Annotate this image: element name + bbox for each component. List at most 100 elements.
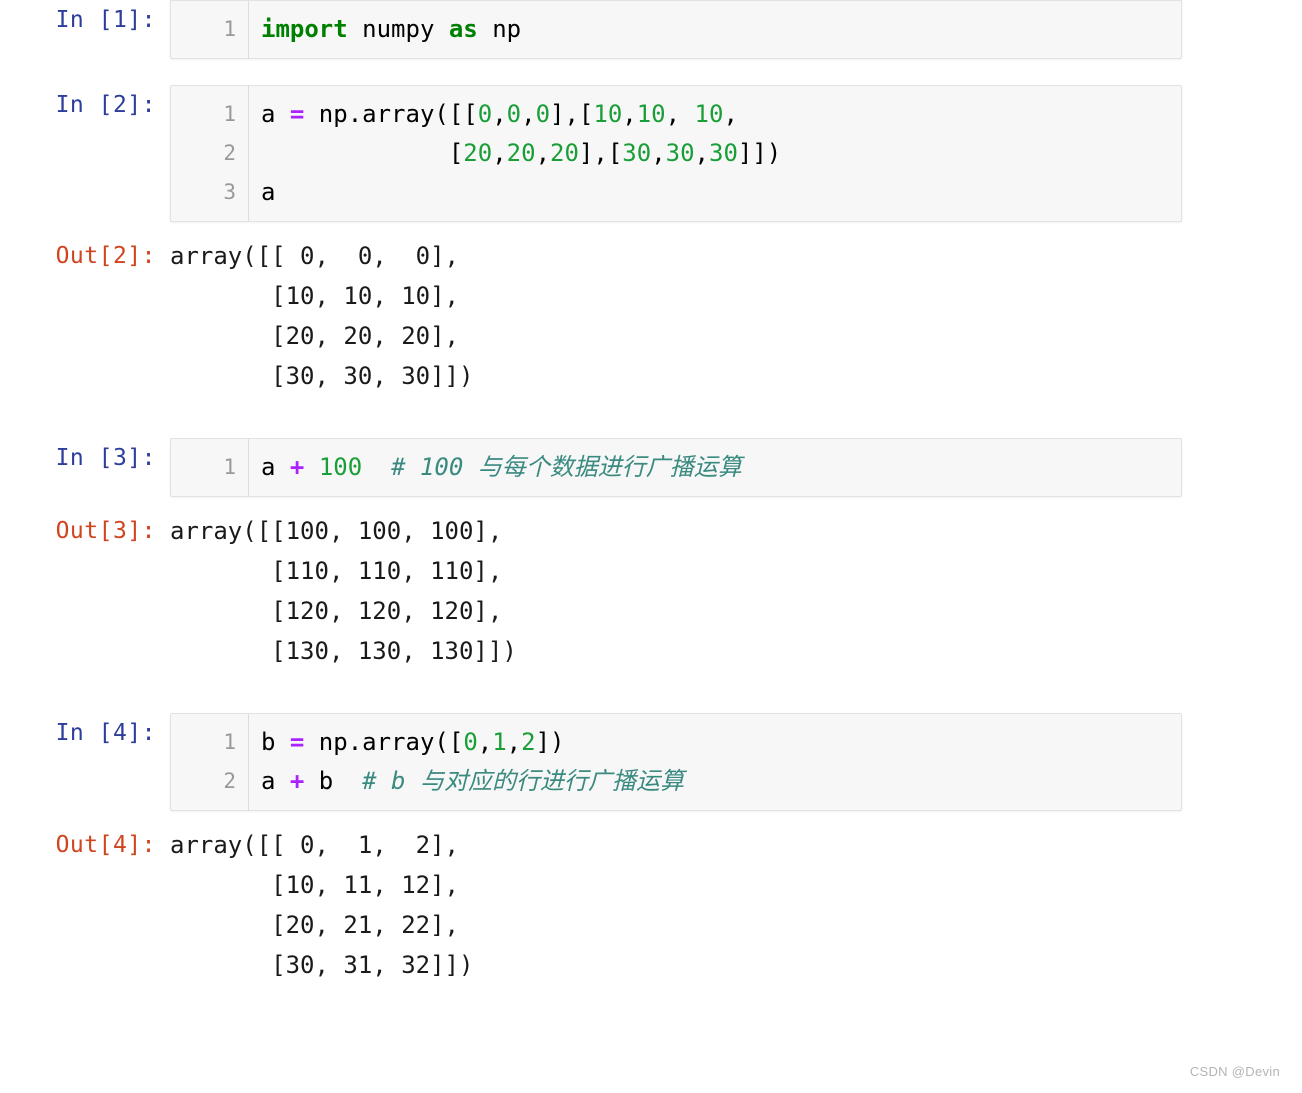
output-line: [30, 30, 30]]): [170, 362, 474, 390]
output-line: [30, 31, 32]]): [170, 951, 474, 979]
code-token-op: +: [289, 767, 305, 795]
code-token-pln: np.array([[: [304, 100, 478, 128]
code-token-pln: a: [261, 453, 290, 481]
output-row: Out[3]: array([[100, 100, 100], [110, 110…: [0, 511, 1302, 671]
code-source[interactable]: a + 100 # 100 与每个数据进行广播运算: [249, 439, 1181, 496]
code-token-pln: ]]): [737, 139, 782, 167]
output-prompt: Out[4]:: [55, 832, 156, 858]
code-line: a: [261, 173, 1181, 212]
code-cell-row: In [2]: 1 2 3 a = np.array([[0,0,0],[10,10, …: [0, 85, 1302, 222]
output-line: array([[100, 100, 100],: [170, 517, 503, 545]
output-text: array([[ 0, 1, 2], [10, 11, 12], [20, 21…: [170, 825, 1302, 985]
code-token-pln: ,: [535, 139, 551, 167]
line-number: 3: [223, 180, 236, 204]
code-line: [20,20,20],[30,30,30]]): [261, 134, 1181, 173]
code-editor[interactable]: 12b = np.array([0,1,2]) a + b # b 与对应的行进行…: [170, 713, 1182, 811]
output-line: [20, 21, 22],: [170, 911, 459, 939]
code-token-pln: a: [261, 767, 290, 795]
code-line: b = np.array([0,1,2]): [261, 723, 1181, 762]
notebook-container: In [1]: 1 import numpy as np In [2]: 1 2 3 a = …: [0, 0, 1302, 985]
code-token-num: 20: [463, 139, 493, 167]
code-line: a + b # b 与对应的行进行广播运算: [261, 762, 1181, 801]
code-cell-row: In [4]: 1 2 b = np.array([0,1,2]) a + b # b …: [0, 713, 1302, 811]
input-prompt: In [4]:: [55, 720, 156, 746]
output-line: [20, 20, 20],: [170, 322, 459, 350]
code-token-op: =: [289, 100, 305, 128]
code-token-cmt: # b 与对应的行进行广播运算: [362, 767, 684, 795]
input-prompt: In [1]:: [55, 7, 156, 33]
output-text: array([[ 0, 0, 0], [10, 10, 10], [20, 20…: [170, 236, 1302, 396]
code-token-op: +: [289, 453, 305, 481]
code-token-pln: ,: [492, 139, 507, 167]
code-token-pln: [304, 453, 318, 481]
code-token-num: 2: [521, 728, 536, 756]
code-editor[interactable]: 1 import numpy as np: [170, 0, 1182, 59]
code-token-pln: a: [261, 100, 290, 128]
code-source[interactable]: b = np.array([0,1,2]) a + b # b 与对应的行进行广播…: [249, 714, 1181, 810]
input-prompt: In [2]:: [55, 92, 156, 118]
watermark: CSDN @Devin: [1189, 1064, 1280, 1079]
code-token-pln: [362, 453, 391, 481]
code-editor[interactable]: 1 a + 100 # 100 与每个数据进行广播运算: [170, 438, 1182, 497]
line-number: 1: [223, 102, 236, 126]
code-token-pln: np: [477, 15, 522, 43]
code-token-kw: as: [448, 15, 478, 43]
code-token-op: =: [289, 728, 305, 756]
code-token-num: 0: [506, 100, 522, 128]
code-token-num: 30: [665, 139, 695, 167]
line-number: 1: [223, 17, 236, 41]
code-token-pln: numpy: [347, 15, 449, 43]
code-token-num: 0: [477, 100, 493, 128]
output-row: Out[2]: array([[ 0, 0, 0], [10, 10, 10], …: [0, 236, 1302, 396]
code-token-pln: ,: [651, 139, 666, 167]
code-token-pln: b: [304, 767, 363, 795]
code-token-pln: ],[: [550, 100, 594, 128]
code-token-pln: ,: [622, 100, 637, 128]
output-line: [120, 120, 120],: [170, 597, 503, 625]
code-token-num: 0: [463, 728, 478, 756]
code-source[interactable]: import numpy as np: [249, 1, 1181, 58]
code-editor[interactable]: 123a = np.array([[0,0,0],[10,10, 10, [20…: [170, 85, 1182, 222]
code-token-num: 1: [492, 728, 507, 756]
output-prompt: Out[2]:: [55, 243, 156, 269]
code-line: import numpy as np: [261, 10, 1181, 49]
code-token-num: 20: [506, 139, 536, 167]
code-token-pln: ,: [506, 728, 522, 756]
code-token-pln: ],[: [578, 139, 623, 167]
line-number-gutter: 1: [171, 1, 249, 58]
code-token-pln: [: [261, 139, 464, 167]
input-prompt: In [3]:: [55, 445, 156, 471]
code-source[interactable]: a = np.array([[0,0,0],[10,10, 10, [20,20…: [249, 86, 1181, 221]
code-token-kw: import: [261, 15, 348, 43]
code-cell-row: In [1]: 1 import numpy as np: [0, 0, 1302, 59]
line-number-gutter: 1: [171, 439, 249, 496]
line-number: 1: [223, 730, 236, 754]
output-line: array([[ 0, 1, 2],: [170, 831, 459, 859]
line-number: 2: [223, 769, 236, 793]
code-token-num: 10: [694, 100, 724, 128]
line-number-gutter: 12: [171, 714, 249, 810]
code-token-pln: ]): [535, 728, 565, 756]
output-line: array([[ 0, 0, 0],: [170, 242, 459, 270]
output-prompt: Out[3]:: [55, 518, 156, 544]
code-token-num: 10: [636, 100, 666, 128]
code-token-pln: ,: [477, 728, 493, 756]
output-row: Out[4]: array([[ 0, 1, 2], [10, 11, 12], …: [0, 825, 1302, 985]
line-number: 1: [223, 455, 236, 479]
code-token-cmt: # 100 与每个数据进行广播运算: [391, 453, 742, 481]
code-token-pln: b: [261, 728, 290, 756]
code-token-pln: ,: [694, 139, 709, 167]
code-token-num: 30: [622, 139, 652, 167]
code-token-pln: a: [261, 178, 276, 206]
code-token-pln: ,: [521, 100, 536, 128]
code-token-num: 30: [709, 139, 738, 167]
code-token-num: 20: [550, 139, 579, 167]
code-token-pln: ,: [492, 100, 507, 128]
output-line: [130, 130, 130]]): [170, 637, 517, 665]
code-line: a = np.array([[0,0,0],[10,10, 10,: [261, 95, 1181, 134]
